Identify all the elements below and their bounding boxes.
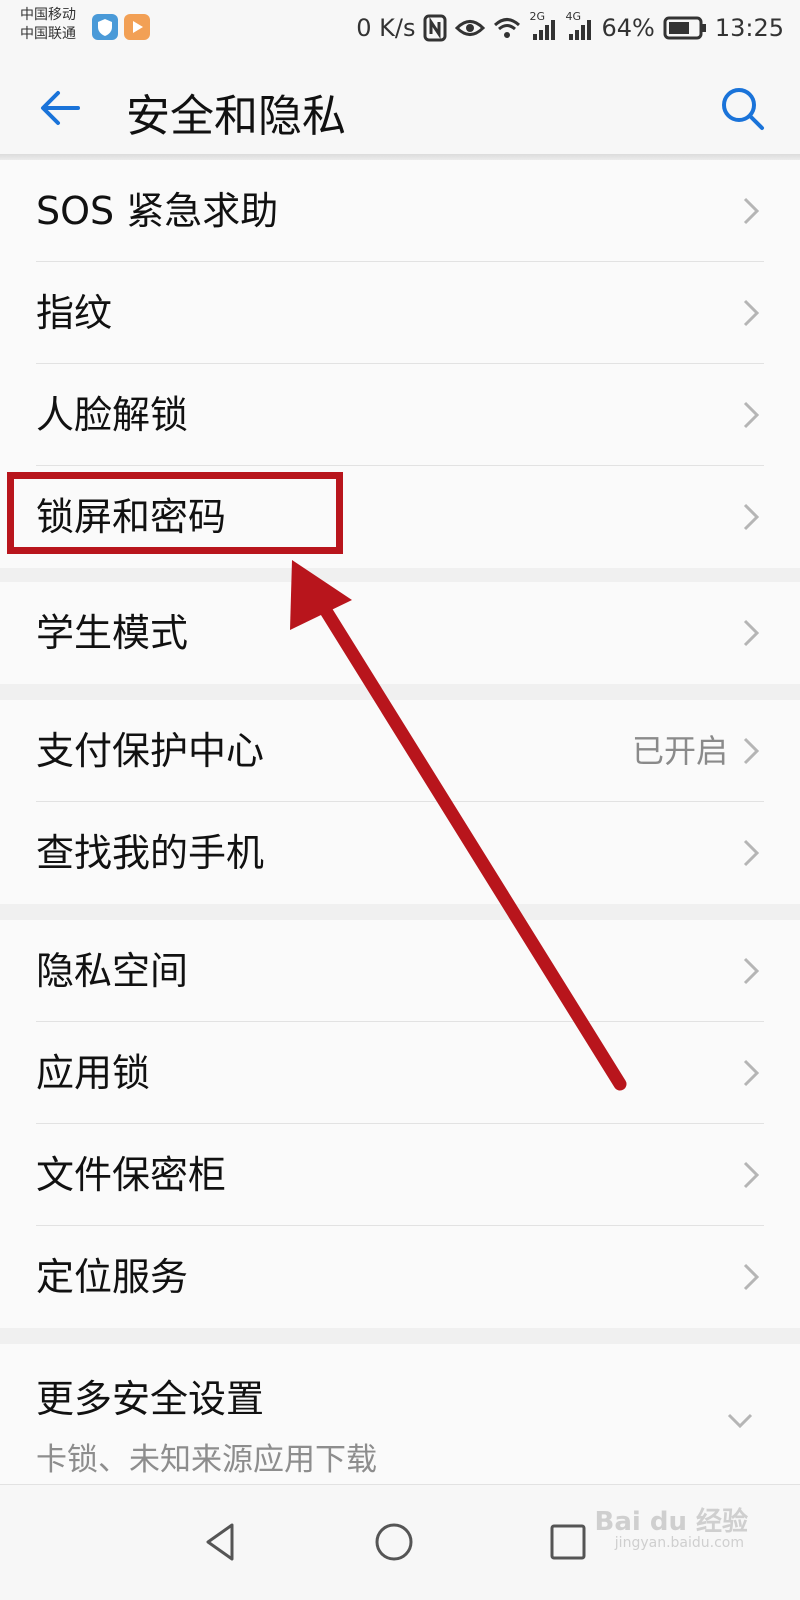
chevron-right-icon	[743, 401, 760, 429]
search-icon[interactable]	[718, 84, 766, 132]
settings-item-private-space[interactable]: 隐私空间	[0, 920, 800, 1022]
settings-item-sos[interactable]: SOS 紧急求助	[0, 160, 800, 262]
nfc-icon	[423, 14, 447, 42]
chevron-right-icon	[743, 1161, 760, 1189]
chevron-right-icon	[743, 957, 760, 985]
shield-app-icon	[92, 14, 118, 40]
nav-recents-icon[interactable]	[543, 1517, 593, 1567]
settings-item-label: 支付保护中心	[36, 729, 265, 773]
settings-item-label: 应用锁	[36, 1051, 151, 1095]
settings-item-app-lock[interactable]: 应用锁	[0, 1022, 800, 1124]
settings-item-label: SOS 紧急求助	[36, 189, 279, 233]
settings-item-student-mode[interactable]: 学生模式	[0, 582, 800, 684]
battery-icon	[663, 16, 707, 40]
settings-item-label: 定位服务	[36, 1255, 189, 1299]
signal-4g-icon: 4G	[565, 10, 593, 42]
settings-item-find-my-phone[interactable]: 查找我的手机	[0, 802, 800, 904]
signal-2g-icon: 2G	[529, 10, 557, 42]
settings-group-4: 隐私空间 应用锁 文件保密柜 定位服务	[0, 920, 800, 1328]
chevron-down-icon	[727, 1413, 753, 1429]
settings-item-file-safe[interactable]: 文件保密柜	[0, 1124, 800, 1226]
settings-item-location-services[interactable]: 定位服务	[0, 1226, 800, 1328]
chevron-right-icon	[743, 1263, 760, 1291]
chevron-right-icon	[743, 299, 760, 327]
nav-back-icon[interactable]	[196, 1517, 246, 1567]
eye-comfort-icon	[455, 17, 486, 39]
settings-group-3: 支付保护中心 已开启 查找我的手机	[0, 700, 800, 904]
back-arrow-icon[interactable]	[36, 84, 84, 132]
chevron-right-icon	[743, 619, 760, 647]
settings-item-label: 人脸解锁	[36, 393, 189, 437]
page-title: 安全和隐私	[126, 91, 346, 142]
settings-item-label: 更多安全设置	[36, 1377, 265, 1421]
wifi-icon	[493, 16, 521, 40]
settings-item-payment-protection[interactable]: 支付保护中心 已开启	[0, 700, 800, 802]
watermark: Bai du 经验	[594, 1507, 749, 1537]
carrier-labels: 中国移动 中国联通	[20, 6, 76, 44]
carrier-1: 中国移动	[20, 7, 76, 23]
settings-item-label: 隐私空间	[36, 949, 189, 993]
chevron-right-icon	[743, 197, 760, 225]
video-app-icon	[124, 14, 150, 40]
status-indicators: 0 K/s 2G 4G 64% 13:25	[356, 10, 784, 46]
status-bar: 中国移动 中国联通 0 K/s 2G 4G 64% 13:25	[0, 0, 800, 58]
annotation-highlight-box	[7, 472, 343, 554]
battery-percent: 64%	[601, 14, 655, 42]
carrier-2: 中国联通	[20, 26, 76, 42]
settings-item-label: 查找我的手机	[36, 831, 265, 875]
watermark-url: jingyan.baidu.com	[614, 1535, 744, 1551]
settings-group-2: 学生模式	[0, 582, 800, 684]
app-bar: 安全和隐私	[0, 58, 800, 154]
chevron-right-icon	[743, 839, 760, 867]
navigation-bar: Bai du 经验 jingyan.baidu.com	[0, 1484, 800, 1600]
status-value: 已开启	[631, 732, 728, 770]
settings-item-fingerprint[interactable]: 指纹	[0, 262, 800, 364]
settings-item-label: 学生模式	[36, 611, 189, 655]
settings-item-face-unlock[interactable]: 人脸解锁	[0, 364, 800, 466]
clock: 13:25	[714, 14, 784, 42]
settings-item-sublabel: 卡锁、未知来源应用下载	[36, 1442, 377, 1478]
settings-group-5: 更多安全设置 卡锁、未知来源应用下载	[0, 1344, 800, 1484]
chevron-right-icon	[743, 503, 760, 531]
settings-item-label: 指纹	[36, 291, 113, 335]
chevron-right-icon	[743, 737, 760, 765]
chevron-right-icon	[743, 1059, 760, 1087]
network-speed: 0 K/s	[356, 14, 416, 42]
nav-home-icon[interactable]	[369, 1517, 419, 1567]
settings-item-label: 文件保密柜	[36, 1153, 227, 1197]
settings-item-more-security[interactable]: 更多安全设置 卡锁、未知来源应用下载	[0, 1344, 800, 1484]
